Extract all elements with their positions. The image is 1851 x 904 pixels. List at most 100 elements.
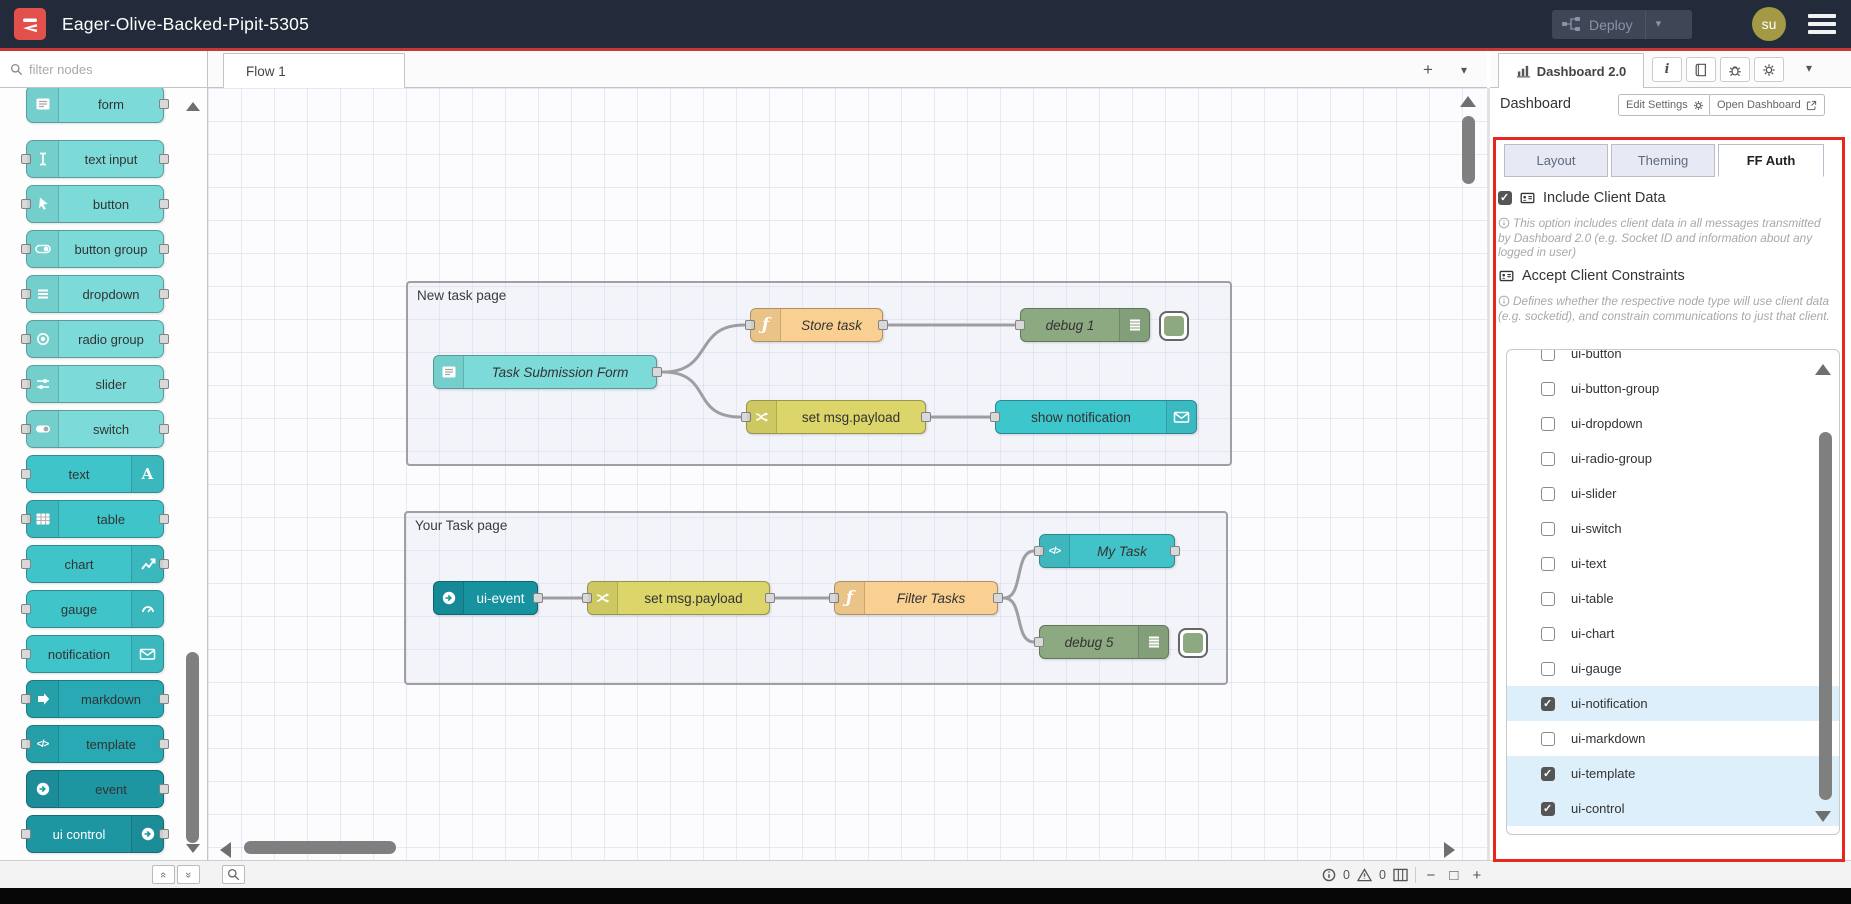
checkbox[interactable]	[1541, 557, 1555, 571]
list-item-ui-control[interactable]: ui-control	[1507, 791, 1839, 826]
user-avatar[interactable]: su	[1752, 7, 1786, 41]
palette-node-event[interactable]: event	[26, 770, 164, 808]
info-circle-icon[interactable]	[1322, 868, 1336, 882]
palette-node-table[interactable]: table	[26, 500, 164, 538]
checkbox[interactable]	[1541, 522, 1555, 536]
node-type-list[interactable]: ui-button ui-button-group ui-dropdown ui…	[1506, 349, 1840, 835]
palette-node-switch[interactable]: switch	[26, 410, 164, 448]
list-item-ui-markdown[interactable]: ui-markdown	[1507, 721, 1839, 756]
flow-list-caret-icon[interactable]: ▾	[1452, 59, 1476, 81]
checkbox[interactable]	[1541, 452, 1555, 466]
palette-scroll-up-icon[interactable]	[186, 102, 200, 111]
settings-gear-button[interactable]	[1754, 57, 1784, 82]
checkbox[interactable]	[1541, 697, 1555, 711]
list-item-ui-notification[interactable]: ui-notification	[1507, 686, 1839, 721]
checkbox[interactable]	[1541, 487, 1555, 501]
list-item-ui-template[interactable]: ui-template	[1507, 756, 1839, 791]
list-item-ui-gauge[interactable]: ui-gauge	[1507, 651, 1839, 686]
checkbox[interactable]	[1541, 382, 1555, 396]
zoom-in-button[interactable]: +	[1469, 867, 1485, 884]
add-flow-button[interactable]: +	[1416, 59, 1440, 81]
expand-palette-categories-button[interactable]: »	[177, 865, 200, 884]
list-item-ui-chart[interactable]: ui-chart	[1507, 616, 1839, 651]
palette-node-template[interactable]: </> template	[26, 725, 164, 763]
node-set-msg-payload-2[interactable]: set msg.payload	[587, 581, 770, 615]
checkbox[interactable]	[1541, 767, 1555, 781]
palette-node-text-input[interactable]: text input	[26, 140, 164, 178]
node-task-submission-form[interactable]: Task Submission Form	[433, 355, 657, 389]
palette-node-markdown[interactable]: markdown	[26, 680, 164, 718]
palette-node-radio-group[interactable]: radio group	[26, 320, 164, 358]
include-client-data-option[interactable]: Include Client Data	[1498, 190, 1666, 206]
palette-node-form[interactable]: form	[26, 88, 164, 123]
checkbox[interactable]	[1541, 627, 1555, 641]
node-debug-5[interactable]: debug 5	[1039, 625, 1169, 659]
palette-scroll-down-icon[interactable]	[186, 844, 200, 853]
checkbox[interactable]	[1541, 349, 1555, 361]
palette-node-notification[interactable]: notification	[26, 635, 164, 673]
open-dashboard-button[interactable]: Open Dashboard	[1709, 94, 1825, 116]
zoom-out-button[interactable]: −	[1423, 867, 1439, 884]
search-flows-button[interactable]	[222, 865, 245, 884]
palette-node-button[interactable]: button	[26, 185, 164, 223]
canvas-vertical-scrollbar[interactable]	[1462, 116, 1475, 184]
include-client-data-checkbox[interactable]	[1498, 191, 1512, 205]
edit-settings-button[interactable]: Edit Settings	[1618, 94, 1712, 116]
palette-node-slider[interactable]: slider	[26, 365, 164, 403]
list-item-ui-button[interactable]: ui-button	[1507, 349, 1839, 371]
node-store-task[interactable]: ƒ Store task	[750, 308, 883, 342]
help-book-button[interactable]	[1686, 57, 1716, 82]
palette-node-chart[interactable]: chart	[26, 545, 164, 583]
node-ui-event[interactable]: ui-event	[433, 581, 538, 615]
list-item-ui-table[interactable]: ui-table	[1507, 581, 1839, 616]
zoom-reset-button[interactable]: □	[1446, 867, 1462, 884]
node-set-msg-payload-1[interactable]: set msg.payload	[746, 400, 926, 434]
warning-triangle-icon[interactable]	[1357, 868, 1372, 882]
canvas-horizontal-scrollbar[interactable]	[244, 841, 396, 854]
palette-scrollbar[interactable]	[186, 652, 199, 843]
list-scrollbar[interactable]	[1819, 432, 1832, 800]
sidebar-menu-caret-icon[interactable]: ▾	[1806, 61, 1812, 75]
list-item-ui-switch[interactable]: ui-switch	[1507, 511, 1839, 546]
list-item-ui-button-group[interactable]: ui-button-group	[1507, 371, 1839, 406]
list-item-ui-dropdown[interactable]: ui-dropdown	[1507, 406, 1839, 441]
canvas-scroll-right-icon[interactable]	[1444, 842, 1455, 858]
canvas-scroll-up-icon[interactable]	[1460, 96, 1476, 107]
palette-node-ui-control[interactable]: ui control	[26, 815, 164, 853]
palette-search[interactable]: filter nodes	[0, 51, 208, 88]
debug-toggle-button[interactable]	[1178, 628, 1208, 658]
list-item-ui-radio-group[interactable]: ui-radio-group	[1507, 441, 1839, 476]
tab-dashboard-2[interactable]: Dashboard 2.0	[1498, 53, 1644, 88]
palette-node-button-group[interactable]: button group	[26, 230, 164, 268]
debug-bug-button[interactable]	[1720, 57, 1750, 82]
checkbox[interactable]	[1541, 592, 1555, 606]
deploy-button[interactable]: Deploy ▾	[1552, 10, 1692, 39]
palette-node-dropdown[interactable]: dropdown	[26, 275, 164, 313]
node-show-notification[interactable]: show notification	[995, 400, 1197, 434]
tab-ff-auth[interactable]: FF Auth	[1718, 144, 1824, 177]
checkbox[interactable]	[1541, 417, 1555, 431]
node-filter-tasks[interactable]: ƒ Filter Tasks	[834, 581, 998, 615]
list-item-ui-slider[interactable]: ui-slider	[1507, 476, 1839, 511]
checkbox[interactable]	[1541, 732, 1555, 746]
canvas-scroll-left-icon[interactable]	[220, 842, 231, 858]
checkbox[interactable]	[1541, 662, 1555, 676]
palette-node-gauge[interactable]: gauge	[26, 590, 164, 628]
checkbox[interactable]	[1541, 802, 1555, 816]
main-menu-icon[interactable]	[1808, 14, 1836, 34]
list-scroll-down-icon[interactable]	[1815, 811, 1831, 822]
node-my-task[interactable]: </> My Task	[1039, 534, 1175, 568]
tab-flow-1[interactable]: Flow 1	[223, 53, 405, 88]
palette-node-text[interactable]: A text	[26, 455, 164, 493]
info-sidebar-button[interactable]: i	[1652, 57, 1682, 82]
debug-toggle-button[interactable]	[1159, 311, 1189, 341]
collapse-palette-categories-button[interactable]: «	[152, 865, 175, 884]
tab-theming[interactable]: Theming	[1611, 144, 1715, 177]
tab-layout[interactable]: Layout	[1504, 144, 1608, 177]
deploy-caret-icon[interactable]: ▾	[1645, 10, 1662, 39]
list-scroll-up-icon[interactable]	[1815, 364, 1831, 375]
navigator-map-icon[interactable]	[1393, 868, 1408, 882]
node-debug-1[interactable]: debug 1	[1020, 308, 1150, 342]
list-item-ui-text[interactable]: ui-text	[1507, 546, 1839, 581]
flow-canvas[interactable]: New task page Your Task page Task Submis…	[208, 88, 1487, 860]
